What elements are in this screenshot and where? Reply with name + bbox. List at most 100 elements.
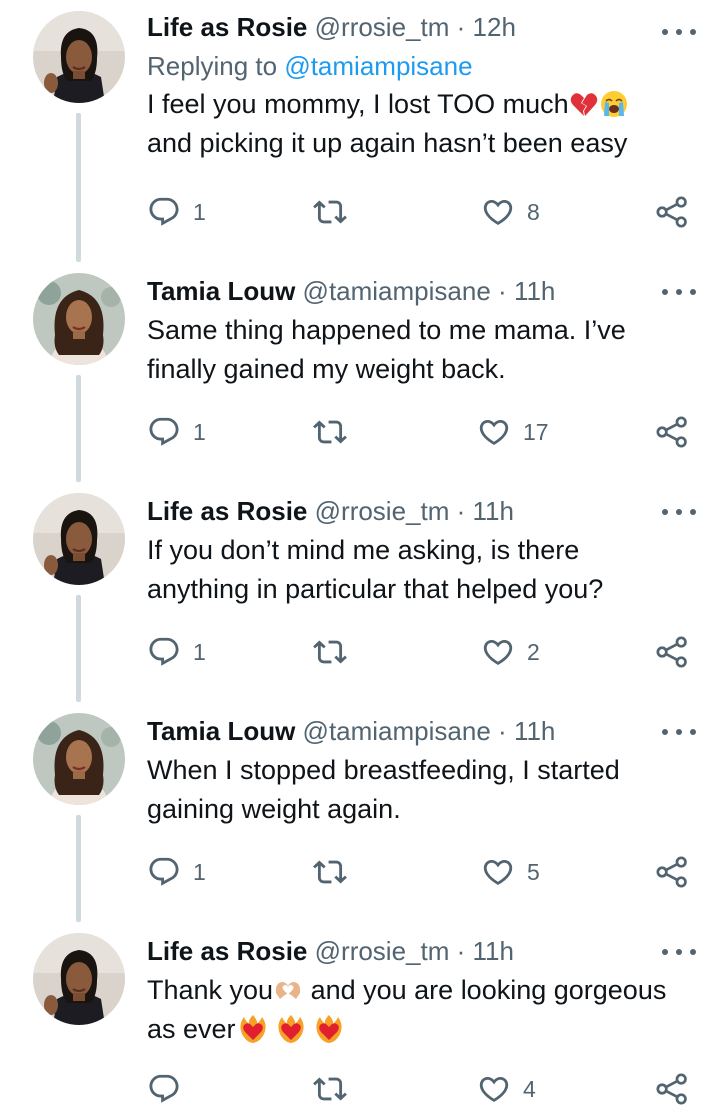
tweet-3[interactable]: Life as Rosie @rrosie_tm · 11h If you do… — [0, 482, 720, 702]
reply-button[interactable]: 1 — [147, 852, 206, 892]
reply-count: 1 — [193, 858, 206, 885]
heart-icon — [481, 195, 515, 229]
heart-on-fire-emoji — [238, 1014, 268, 1044]
display-name[interactable]: Life as Rosie — [147, 496, 307, 526]
tweet-2[interactable]: Tamia Louw @tamiampisane · 11h Same thin… — [0, 262, 720, 482]
reply-icon — [147, 855, 181, 889]
profile-photo-rosie — [33, 933, 125, 1025]
share-button[interactable] — [655, 852, 689, 892]
like-button[interactable]: 2 — [481, 632, 540, 672]
reply-button[interactable]: 1 — [147, 632, 206, 672]
like-button[interactable]: 8 — [481, 192, 540, 232]
more-options-icon[interactable] — [662, 506, 696, 518]
tweet-header: Tamia Louw @tamiampisane · 11h — [147, 711, 700, 751]
avatar[interactable] — [33, 273, 125, 365]
tweet-actions: 1 2 — [147, 632, 700, 672]
share-button[interactable] — [655, 1069, 689, 1109]
reply-button[interactable] — [147, 1069, 193, 1109]
heart-hands-emoji — [273, 975, 303, 1005]
display-name[interactable]: Life as Rosie — [147, 12, 307, 42]
share-button[interactable] — [655, 192, 689, 232]
tweet-actions: 1 5 — [147, 852, 700, 892]
tweet-5[interactable]: Life as Rosie @rrosie_tm · 11h Thank you… — [0, 922, 720, 1107]
separator-dot: · — [498, 276, 507, 306]
retweet-icon — [313, 855, 347, 889]
profile-photo-rosie — [33, 493, 125, 585]
reply-count: 1 — [193, 638, 206, 665]
reply-button[interactable]: 1 — [147, 412, 206, 452]
tweet-text: Same thing happened to me mama. I’ve fin… — [147, 311, 700, 389]
more-options-icon[interactable] — [662, 726, 696, 738]
more-options-icon[interactable] — [662, 286, 696, 298]
like-count: 17 — [523, 418, 549, 445]
avatar[interactable] — [33, 933, 125, 1025]
replying-to: Replying to @tamiampisane — [147, 47, 700, 85]
share-icon — [655, 635, 689, 669]
more-options-icon[interactable] — [662, 26, 696, 38]
replying-to-mention[interactable]: @tamiampisane — [284, 51, 472, 81]
tweet-text: If you don’t mind me asking, is there an… — [147, 531, 700, 609]
retweet-button[interactable] — [313, 1069, 359, 1109]
reply-count: 1 — [193, 198, 206, 225]
share-icon — [655, 1072, 689, 1106]
share-button[interactable] — [655, 412, 689, 452]
replying-to-label: Replying to — [147, 51, 278, 81]
avatar[interactable] — [33, 493, 125, 585]
loudly-crying-face-emoji — [599, 89, 629, 119]
tweet-text-line: I feel you mommy, I lost TOO much — [147, 89, 569, 119]
thread-connector-line — [76, 815, 81, 922]
user-handle[interactable]: @tamiampisane — [303, 276, 491, 306]
tweet-text-line: When I stopped breastfeeding, I started — [147, 755, 620, 785]
share-icon — [655, 415, 689, 449]
share-button[interactable] — [655, 632, 689, 672]
share-icon — [655, 195, 689, 229]
tweet-text-line: gaining weight again. — [147, 794, 401, 824]
retweet-button[interactable] — [313, 192, 359, 232]
user-handle[interactable]: @rrosie_tm — [315, 12, 450, 42]
user-handle[interactable]: @tamiampisane — [303, 716, 491, 746]
like-count: 8 — [527, 198, 540, 225]
display-name[interactable]: Life as Rosie — [147, 936, 307, 966]
heart-icon — [481, 635, 515, 669]
tweet-1[interactable]: Life as Rosie @rrosie_tm · 12h Replying … — [0, 0, 720, 262]
tweet-text-line: finally gained my weight back. — [147, 354, 506, 384]
reply-icon — [147, 1072, 181, 1106]
like-count: 2 — [527, 638, 540, 665]
timestamp[interactable]: 11h — [514, 276, 555, 306]
retweet-icon — [313, 1072, 347, 1106]
tweet-4[interactable]: Tamia Louw @tamiampisane · 11h When I st… — [0, 702, 720, 922]
display-name[interactable]: Tamia Louw — [147, 276, 295, 306]
tweet-text-line: Same thing happened to me mama. I’ve — [147, 315, 626, 345]
timestamp[interactable]: 11h — [473, 936, 514, 966]
user-handle[interactable]: @rrosie_tm — [315, 496, 450, 526]
heart-icon — [481, 855, 515, 889]
retweet-icon — [313, 415, 347, 449]
more-options-icon[interactable] — [662, 946, 696, 958]
broken-heart-emoji — [569, 89, 599, 119]
avatar[interactable] — [33, 11, 125, 103]
user-handle[interactable]: @rrosie_tm — [315, 936, 450, 966]
timestamp[interactable]: 12h — [473, 12, 516, 42]
separator-dot: · — [456, 936, 466, 966]
like-button[interactable]: 4 — [477, 1069, 536, 1109]
reply-icon — [147, 195, 181, 229]
retweet-button[interactable] — [313, 412, 359, 452]
display-name[interactable]: Tamia Louw — [147, 716, 295, 746]
tweet-actions: 1 8 — [147, 192, 700, 232]
retweet-button[interactable] — [313, 852, 359, 892]
avatar[interactable] — [33, 713, 125, 805]
profile-photo-rosie — [33, 11, 125, 103]
tweet-text: Thank you and you are looking gorgeous a… — [147, 971, 700, 1049]
timestamp[interactable]: 11h — [514, 716, 555, 746]
tweet-header: Life as Rosie @rrosie_tm · 12h — [147, 7, 700, 47]
like-button[interactable]: 17 — [477, 412, 549, 452]
like-button[interactable]: 5 — [481, 852, 540, 892]
retweet-button[interactable] — [313, 632, 359, 672]
tweet-header: Life as Rosie @rrosie_tm · 11h — [147, 931, 700, 971]
reply-count: 1 — [193, 418, 206, 445]
timestamp[interactable]: 11h — [473, 496, 514, 526]
tweet-text-line: If you don’t mind me asking, is there — [147, 535, 580, 565]
tweet-text-line: and picking it up again hasn’t been easy — [147, 128, 628, 158]
reply-icon — [147, 635, 181, 669]
reply-button[interactable]: 1 — [147, 192, 206, 232]
